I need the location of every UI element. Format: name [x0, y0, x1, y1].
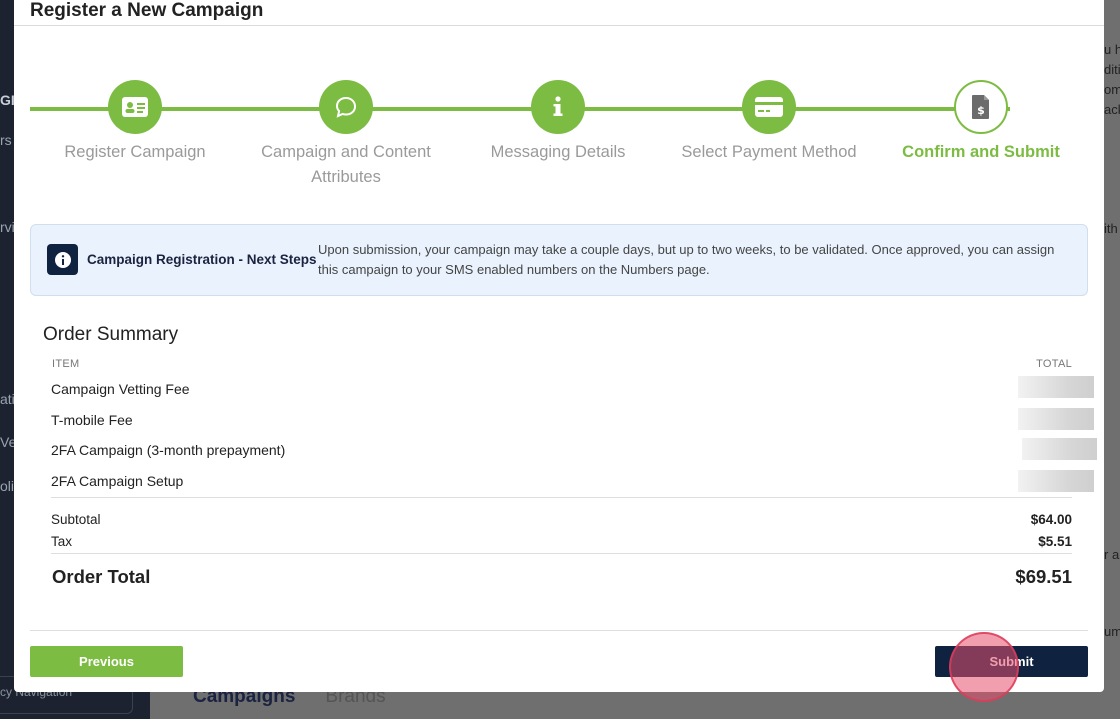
step-label: Select Payment Method [681, 143, 857, 161]
step-label: Messaging Details [490, 143, 626, 161]
step-label: Register Campaign [64, 143, 206, 161]
bg-fragment: rs [0, 132, 12, 148]
line-item: T-mobile Fee [51, 412, 133, 428]
id-card-icon [108, 80, 162, 134]
order-total-label: Order Total [52, 566, 151, 587]
line-item: 2FA Campaign (3-month prepayment) [51, 442, 286, 458]
svg-text:$: $ [977, 104, 985, 117]
register-campaign-modal: Register a New Campaign Register Campaig… [14, 0, 1104, 692]
banner-title: Campaign Registration - Next Steps [87, 252, 317, 267]
order-total-value: $69.51 [1015, 566, 1072, 587]
bg-fragment: r a [1104, 547, 1120, 562]
step-label: Confirm and Submit [902, 143, 1060, 161]
bg-fragment: olic [0, 478, 14, 494]
line-item: 2FA Campaign Setup [51, 473, 184, 489]
submit-button[interactable]: Submit [935, 646, 1088, 677]
previous-button[interactable]: Previous [30, 646, 183, 677]
bg-fragment: Ver [0, 434, 14, 450]
line-item: Campaign Vetting Fee [51, 381, 190, 397]
step-register-campaign[interactable]: Register Campaign [25, 80, 245, 165]
info-circle-icon [47, 244, 78, 275]
redacted-amount [1018, 376, 1094, 398]
redacted-amount [1022, 438, 1097, 460]
subtotal-value: $64.00 [1030, 512, 1072, 527]
column-header-total: TOTAL [1036, 358, 1072, 370]
bg-fragment: um [1104, 624, 1120, 639]
speech-bubble-icon [319, 80, 373, 134]
step-confirm-and-submit[interactable]: $ Confirm and Submit [871, 80, 1091, 165]
bg-fragment: ack [1104, 102, 1120, 117]
bg-fragment: ith [1104, 221, 1118, 236]
bg-fragment: omi [1104, 82, 1120, 97]
redacted-amount [1018, 408, 1094, 430]
modal-title: Register a New Campaign [30, 0, 264, 21]
order-summary-title: Order Summary [43, 324, 179, 345]
bg-fragment: diti [1104, 62, 1120, 77]
invoice-dollar-icon: $ [954, 80, 1008, 134]
tax-value: $5.51 [1038, 534, 1072, 549]
info-icon [531, 80, 585, 134]
step-messaging-details[interactable]: Messaging Details [448, 80, 668, 165]
divider [51, 553, 1072, 554]
footer-divider [30, 630, 1088, 631]
step-select-payment-method[interactable]: Select Payment Method [659, 80, 879, 165]
credit-card-icon [742, 80, 796, 134]
step-campaign-content-attributes[interactable]: Campaign and Content Attributes [236, 80, 456, 190]
divider [51, 497, 1072, 498]
bg-fragment: rvi [0, 219, 14, 235]
subtotal-label: Subtotal [51, 512, 101, 527]
modal-header: Register a New Campaign [14, 0, 1104, 26]
bg-fragment: atio [0, 391, 14, 407]
redacted-amount [1018, 470, 1094, 492]
step-label: Campaign and Content Attributes [261, 143, 431, 186]
bg-fragment: GIO [0, 92, 14, 108]
column-header-item: ITEM [52, 358, 80, 370]
tax-label: Tax [51, 534, 73, 549]
next-steps-banner: Campaign Registration - Next Steps Upon … [30, 224, 1088, 296]
banner-text: Upon submission, your campaign may take … [318, 242, 1055, 277]
bg-fragment: u h [1104, 42, 1120, 57]
